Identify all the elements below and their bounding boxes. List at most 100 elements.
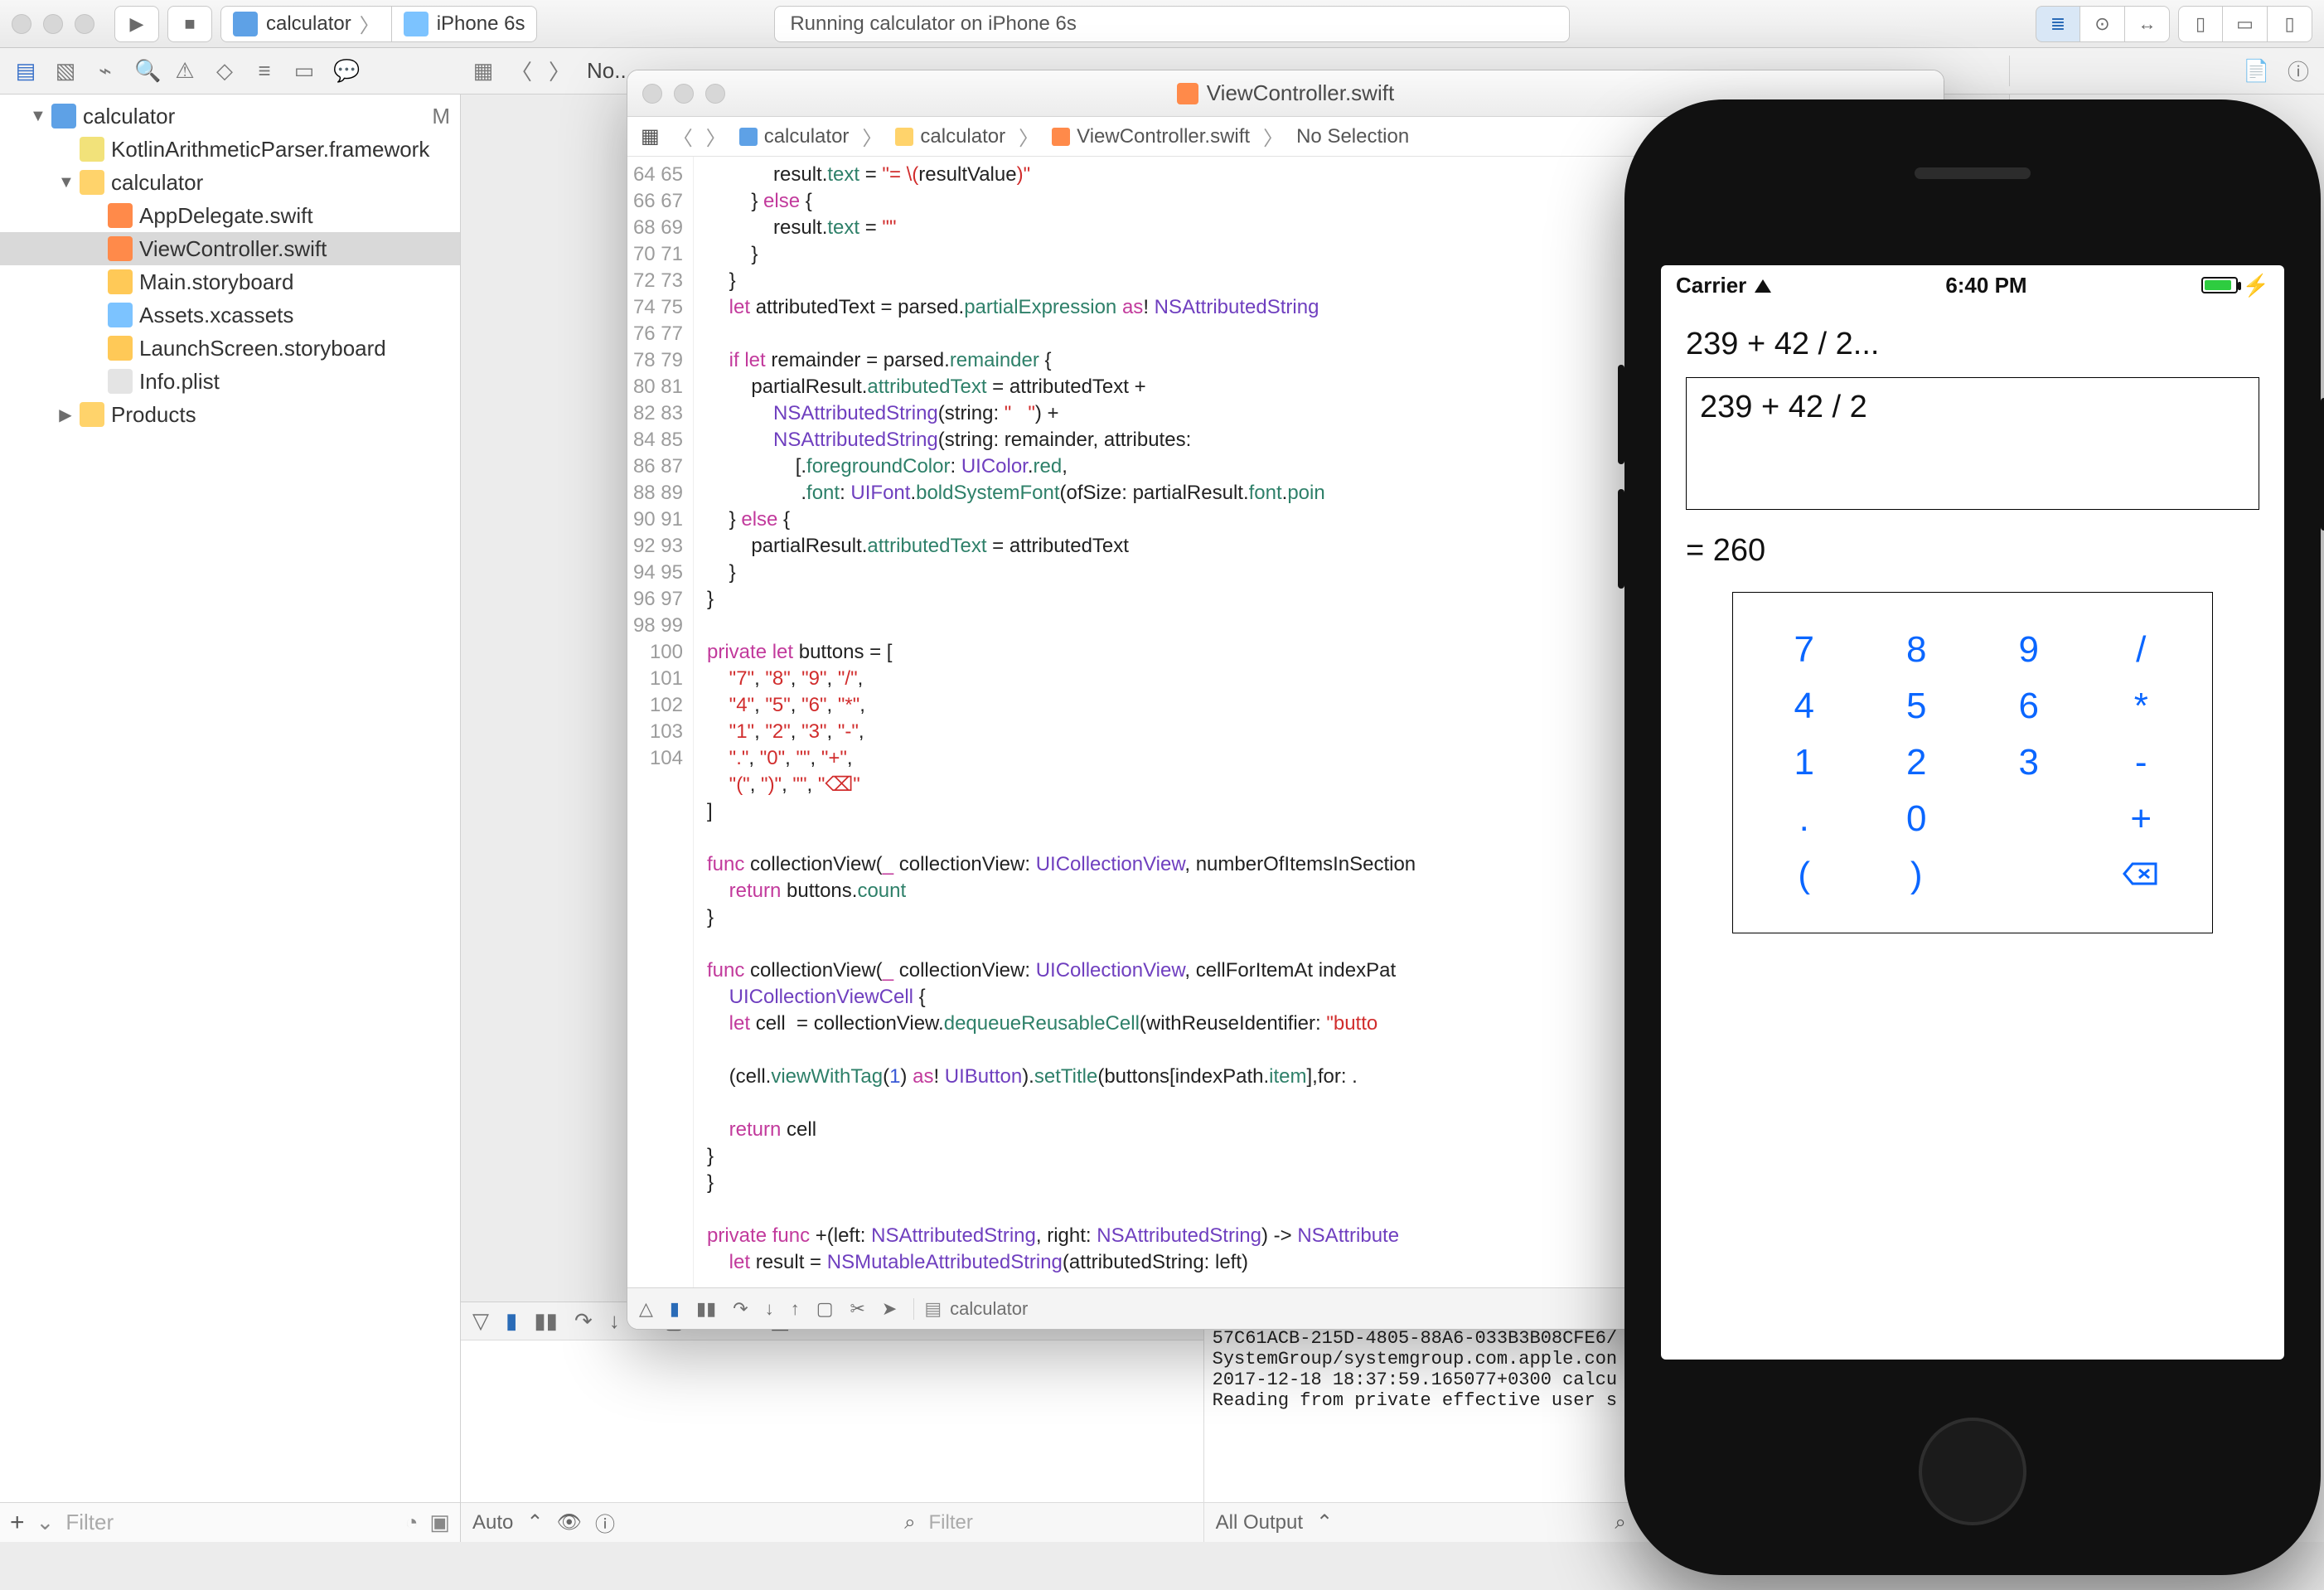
play-icon: ▶ [130,13,144,35]
forward-icon[interactable]: 〉 [549,56,570,86]
toggle-debug-icon[interactable]: △ [639,1298,653,1320]
scheme-target: calculator [266,12,351,36]
nav-file-row[interactable]: Info.plist [0,365,460,398]
calc-key-*[interactable]: * [2091,686,2191,727]
navigator-filter-input[interactable]: Filter [65,1510,393,1535]
symbol-nav-icon[interactable]: ⌁ [94,58,116,84]
calc-key-7[interactable]: 7 [1755,629,1854,671]
standard-editor-button[interactable]: ≣ [2036,6,2080,42]
folder-icon [895,128,913,146]
calc-key-0[interactable]: 0 [1866,798,1966,840]
toggle-debug-button[interactable]: ▭ [2223,6,2268,42]
close-window-icon[interactable] [12,14,31,34]
forward-icon[interactable]: 〉 [706,122,726,151]
file-inspector-icon[interactable]: 📄 [2243,58,2264,84]
calc-key--[interactable]: - [2091,742,2191,783]
project-nav-icon[interactable]: ▤ [15,58,36,84]
pause-icon[interactable]: ▮▮ [696,1298,716,1320]
chevron-updown-icon: ⌃ [1316,1510,1333,1534]
nav-file-row[interactable]: AppDelegate.swift [0,199,460,232]
nav-file-row-selected[interactable]: ViewController.swift [0,232,460,265]
framework-icon [80,137,104,162]
minimize-window-icon[interactable] [674,84,694,104]
jumpbar-text[interactable]: No... [587,58,632,84]
related-items-icon[interactable]: ▦ [641,124,660,148]
step-into-icon[interactable]: ↓ [765,1298,774,1320]
disclosure-triangle-icon[interactable]: ▶ [58,405,73,425]
close-window-icon[interactable] [642,84,662,104]
source-control-nav-icon[interactable]: ▧ [55,58,76,84]
report-nav-icon[interactable]: 💬 [333,58,355,84]
minimize-window-icon[interactable] [43,14,63,34]
nav-project-row[interactable]: ▼ calculator M [0,99,460,133]
step-over-icon[interactable]: ↷ [574,1308,593,1334]
run-button[interactable]: ▶ [114,6,159,42]
zoom-window-icon[interactable] [705,84,725,104]
find-nav-icon[interactable]: 🔍 [134,58,156,84]
storyboard-icon [108,336,133,361]
calc-key-5[interactable]: 5 [1866,686,1966,727]
pause-icon[interactable]: ▮▮ [534,1308,558,1334]
nav-file-row[interactable]: Main.storyboard [0,265,460,298]
calc-key-+[interactable]: + [2091,798,2191,840]
stop-button[interactable]: ■ [167,6,212,42]
calc-key-3[interactable]: 3 [1979,742,2079,783]
calc-key-4[interactable]: 4 [1755,686,1854,727]
breakpoint-nav-icon[interactable]: ▭ [293,58,315,84]
scheme-selector[interactable]: calculator 〉 iPhone 6s [220,6,537,42]
breakpoint-toggle-icon[interactable]: ▮ [506,1308,517,1334]
scm-filter-icon[interactable]: ▣ [429,1510,450,1535]
quick-help-icon[interactable]: ⓘ [2288,56,2309,86]
step-over-icon[interactable]: ↷ [733,1298,748,1320]
assistant-editor-button[interactable]: ⊙ [2080,6,2125,42]
quicklook-icon[interactable]: 👁 [556,1510,581,1534]
calc-key-)[interactable]: ) [1866,855,1966,896]
related-items-icon[interactable]: ▦ [472,58,494,84]
vars-filter-input[interactable]: Filter [929,1511,1192,1534]
toggle-inspector-button[interactable]: ▯ [2268,6,2312,42]
nav-folder-row[interactable]: ▼ calculator [0,166,460,199]
calc-key-8[interactable]: 8 [1866,629,1966,671]
print-desc-icon[interactable]: ⓘ [595,1508,615,1537]
filter-icon[interactable]: ⌄ [36,1510,55,1535]
memory-graph-icon[interactable]: ✂ [850,1298,864,1320]
zoom-window-icon[interactable] [75,14,94,34]
nav-framework-row[interactable]: KotlinArithmeticParser.framework [0,133,460,166]
test-nav-icon[interactable]: ◇ [214,58,235,84]
simulator-screen: Carrier 6:40 PM ⚡ 239 + 42 / 2... 239 + … [1661,265,2284,1360]
add-button[interactable]: + [10,1509,25,1537]
stop-icon: ■ [184,13,195,35]
issue-nav-icon[interactable]: ⚠ [174,58,196,84]
editor-mode-group: ≣ ⊙ ↔ [2036,6,2170,42]
debug-view-icon[interactable]: ▢ [816,1298,834,1320]
calc-key-([interactable]: ( [1755,855,1854,896]
nav-file-row[interactable]: LaunchScreen.storyboard [0,332,460,365]
toggle-vars-icon[interactable]: ▽ [472,1308,489,1334]
breakpoint-toggle-icon[interactable]: ▮ [670,1298,680,1320]
process-name[interactable]: calculator [950,1298,1028,1320]
calc-input[interactable]: 239 + 42 / 2 [1686,377,2259,510]
nav-products-row[interactable]: ▶ Products [0,398,460,431]
disclosure-triangle-icon[interactable]: ▼ [30,107,45,126]
disclosure-triangle-icon[interactable]: ▼ [58,173,73,192]
calc-key-/[interactable]: / [2091,629,2191,671]
version-editor-button[interactable]: ↔ [2125,6,2170,42]
step-out-icon[interactable]: ↑ [791,1298,800,1320]
home-button[interactable] [1919,1418,2026,1525]
nav-file-row[interactable]: Assets.xcassets [0,298,460,332]
calc-key-9[interactable]: 9 [1979,629,2079,671]
location-sim-icon[interactable]: ➤ [882,1298,897,1320]
toggle-navigator-button[interactable]: ▯ [2178,6,2223,42]
recent-filter-icon[interactable]: ◔ [405,1510,419,1535]
calc-key-6[interactable]: 6 [1979,686,2079,727]
back-icon[interactable]: 〈 [511,56,532,86]
step-into-icon[interactable]: ↓ [609,1308,620,1334]
calc-key-2[interactable]: 2 [1866,742,1966,783]
calc-key-1[interactable]: 1 [1755,742,1854,783]
vars-scope-select[interactable]: Auto [472,1511,513,1534]
debug-nav-icon[interactable]: ≡ [254,58,275,84]
back-icon[interactable]: 〈 [673,122,693,151]
calc-key-delete[interactable] [2091,855,2191,896]
console-scope-select[interactable]: All Output [1216,1511,1303,1534]
calc-key-.[interactable]: . [1755,798,1854,840]
